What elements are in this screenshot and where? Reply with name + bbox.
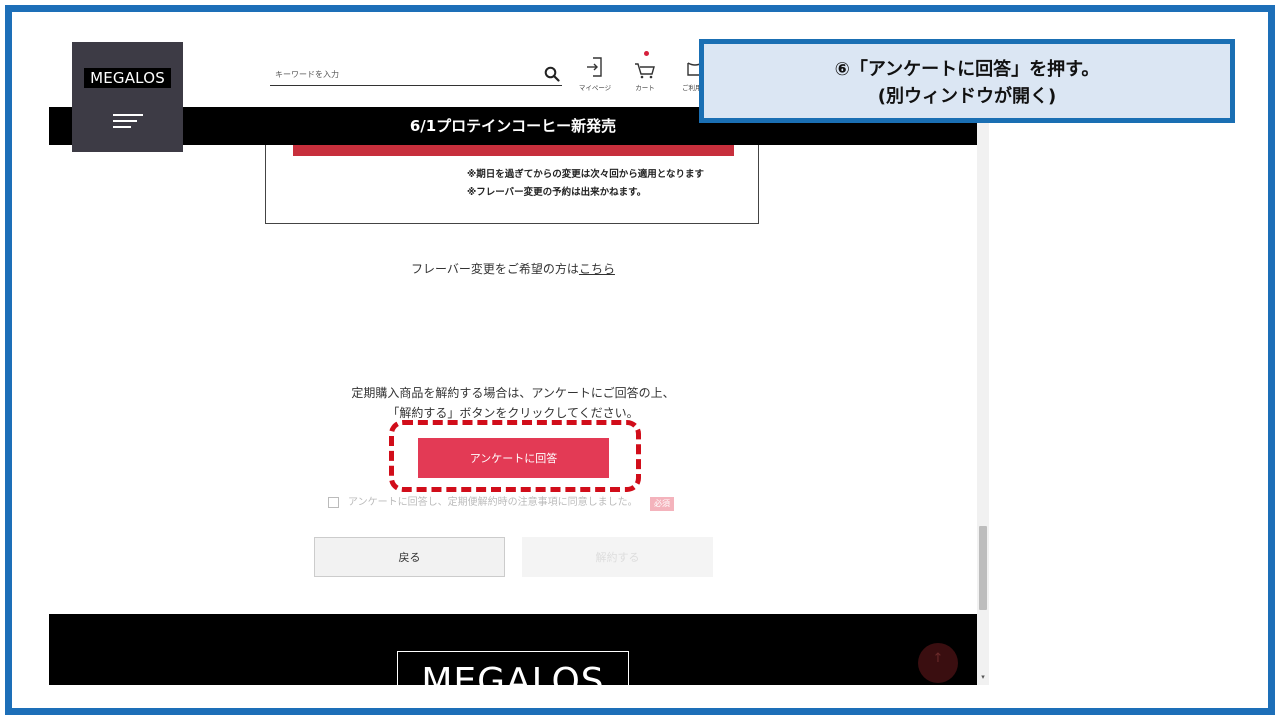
highlight-dashed-box <box>389 420 641 492</box>
red-button-edge[interactable] <box>293 145 734 156</box>
mypage-link[interactable]: マイページ <box>575 56 615 96</box>
arrow-up-icon: ↑ <box>932 651 944 666</box>
web-page: 6/1プロテインコーヒー新発売 MEGALOS マイページ <box>49 40 977 685</box>
back-button[interactable]: 戻る <box>314 537 505 577</box>
consent-checkbox[interactable] <box>328 497 339 508</box>
cart-icon <box>635 63 655 79</box>
cancel-subscription-button[interactable]: 解約する <box>522 537 713 577</box>
login-icon <box>587 57 602 77</box>
back-to-top-button[interactable]: ↑ <box>918 643 958 683</box>
site-footer: MEGALOS <box>49 614 977 685</box>
required-badge: 必須 <box>650 497 674 511</box>
logo-menu-block: MEGALOS <box>72 42 183 152</box>
cart-link[interactable]: カート <box>625 51 665 96</box>
cancel-instructions-line1: 定期購入商品を解約する場合は、アンケートにご回答の上、 <box>351 386 675 400</box>
note-schedule: ※期日を過ぎてからの変更は次々回から適用となります <box>467 169 704 180</box>
info-box: ※期日を過ぎてからの変更は次々回から適用となります ※フレーバー変更の予約は出来… <box>265 145 759 224</box>
search-icon[interactable] <box>544 66 560 82</box>
site-logo[interactable]: MEGALOS <box>84 68 171 88</box>
mypage-label: マイページ <box>578 84 612 92</box>
scroll-down-arrow-icon[interactable]: ▾ <box>977 673 989 681</box>
browser-viewport: 6/1プロテインコーヒー新発売 MEGALOS マイページ <box>49 40 989 685</box>
footer-logo[interactable]: MEGALOS <box>397 651 629 685</box>
cancel-instructions: 定期購入商品を解約する場合は、アンケートにご回答の上、 「解約する」ボタンをクリ… <box>49 383 977 423</box>
note-flavor: ※フレーバー変更の予約は出来かねます。 <box>467 187 647 198</box>
scrollbar-thumb[interactable] <box>979 526 987 610</box>
flavor-change-label: フレーバー変更をご希望の方は <box>411 262 579 276</box>
instruction-callout: ⑥「アンケートに回答」を押す。 (別ウィンドウが開く) <box>699 39 1235 123</box>
flavor-change-text: フレーバー変更をご希望の方はこちら <box>49 260 977 277</box>
search-input[interactable] <box>270 65 540 83</box>
callout-line2: (別ウィンドウが開く) <box>877 86 1057 107</box>
cart-label: カート <box>635 84 655 92</box>
callout-line1: ⑥「アンケートに回答」を押す。 <box>834 59 1100 80</box>
hamburger-menu-icon[interactable] <box>113 114 143 128</box>
flavor-change-link[interactable]: こちら <box>579 262 615 276</box>
page-scrollbar[interactable]: ▾ <box>977 40 989 685</box>
banner-text: 6/1プロテインコーヒー新発売 <box>409 117 617 135</box>
cart-badge-dot <box>644 51 649 56</box>
search-underline <box>270 85 562 86</box>
consent-text: アンケートに回答し、定期便解約時の注意事項に同意しました。 <box>348 497 638 508</box>
